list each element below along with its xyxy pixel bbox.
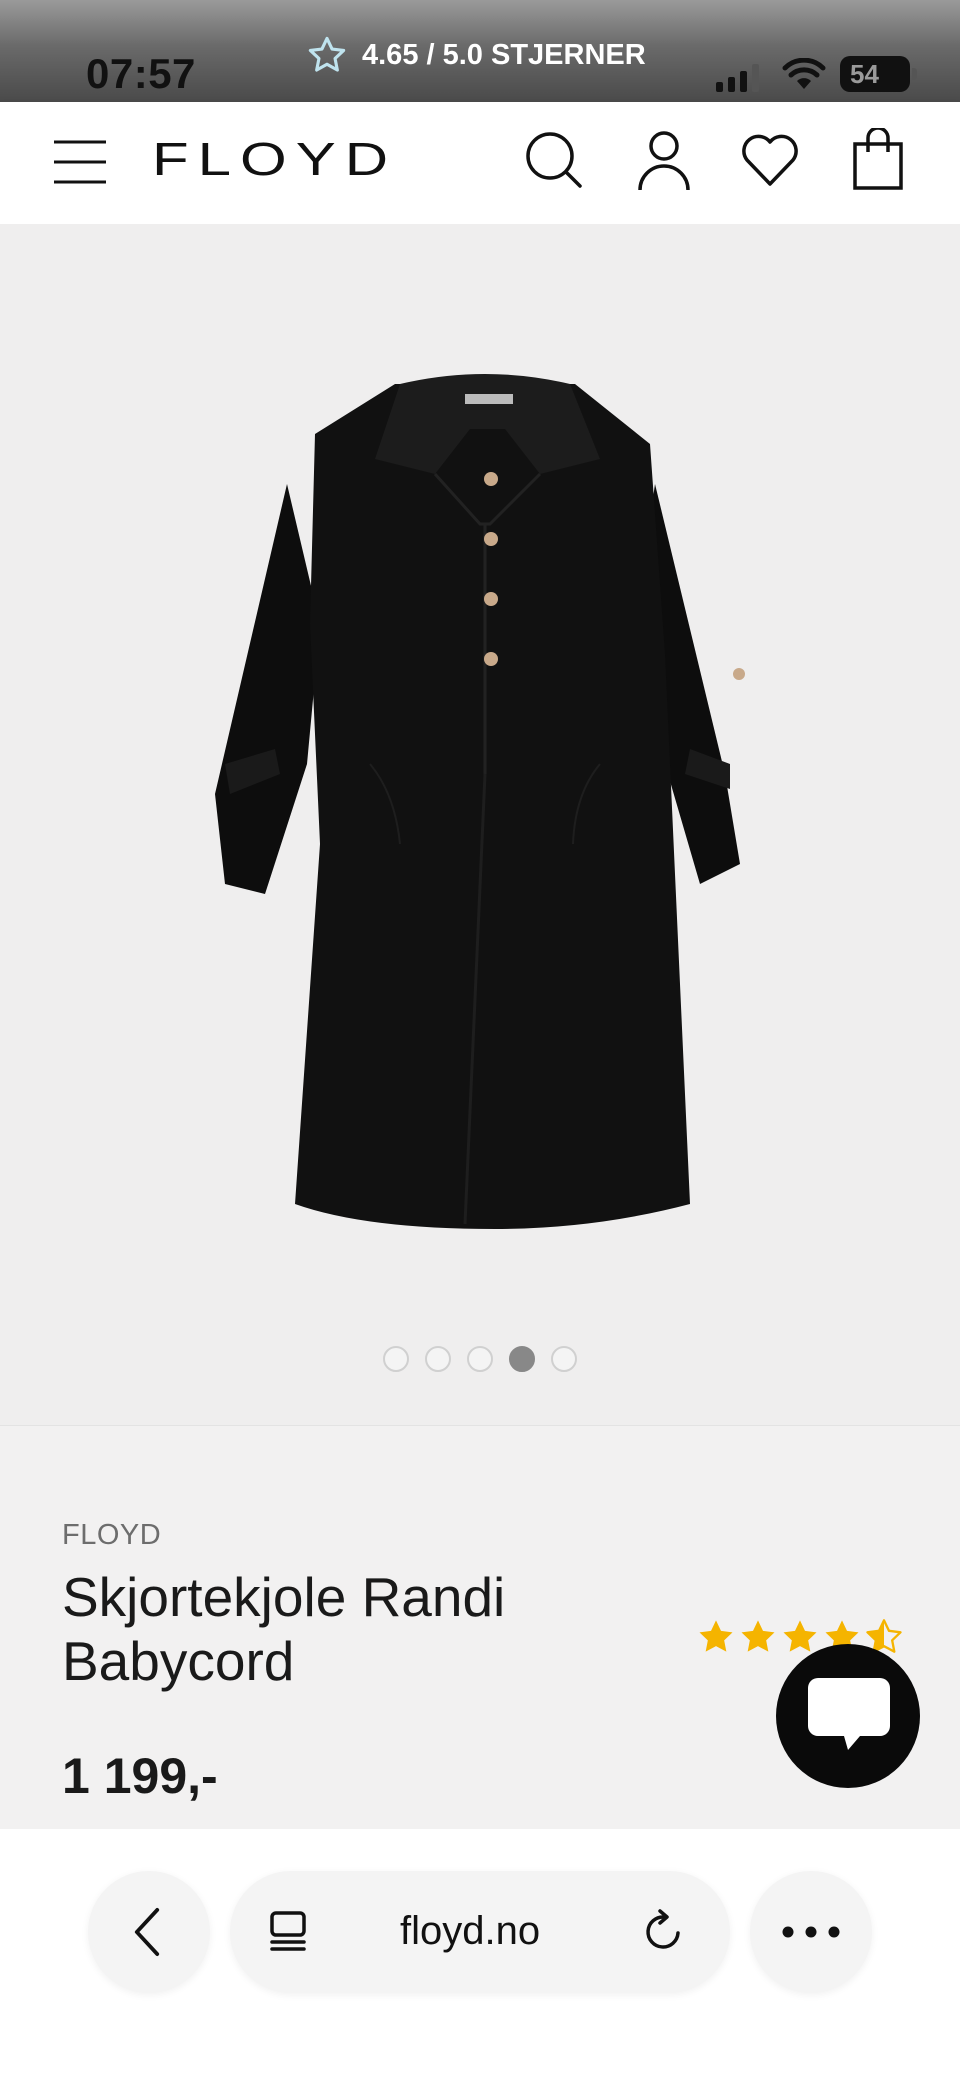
gallery-dot[interactable] [551,1346,577,1372]
gallery-pagination [0,1346,960,1372]
reload-icon[interactable] [642,1909,686,1953]
browser-toolbar: floyd.no [0,1829,960,2079]
status-time: 07:57 [86,50,196,97]
address-bar[interactable]: floyd.no [230,1871,730,1993]
bag-icon[interactable] [852,128,904,190]
product-image-gallery[interactable] [0,224,960,1426]
site-logo[interactable]: FLOYD [152,132,397,186]
reader-mode-icon[interactable] [268,1909,312,1953]
status-bar: 07:57 4.65 / 5.0 STJERNER 54 [0,0,960,102]
battery-level: 54 [850,58,879,89]
store-rating-banner[interactable]: 4.65 / 5.0 STJERNER [306,34,646,76]
site-header: FLOYD [0,102,960,224]
star-full-icon [741,1620,775,1652]
star-full-icon [783,1620,817,1652]
menu-icon[interactable] [52,136,108,188]
account-icon[interactable] [636,130,692,192]
product-brand[interactable]: FLOYD [62,1519,161,1552]
chat-bubble-icon [808,1678,890,1750]
chat-button[interactable] [776,1644,920,1788]
gallery-dot[interactable] [467,1346,493,1372]
more-options-button[interactable] [750,1871,872,1993]
search-icon[interactable] [524,130,584,190]
url-text[interactable]: floyd.no [400,1909,540,1954]
chevron-left-icon [134,1907,160,1957]
heart-icon[interactable] [740,132,800,188]
gallery-dot-active[interactable] [509,1346,535,1372]
product-price: 1 199,- [62,1748,218,1804]
battery-icon: 54 [840,56,917,92]
rating-text: 4.65 / 5.0 STJERNER [362,38,646,71]
browser-back-button[interactable] [88,1871,210,1993]
product-image-dress [215,374,745,1229]
product-title: Skjortekjole Randi Babycord [62,1566,506,1692]
gallery-dot[interactable] [383,1346,409,1372]
cell-signal-icon [716,64,759,92]
wifi-icon [782,58,826,89]
ellipsis-icon [782,1926,840,1938]
star-full-icon [699,1620,733,1652]
gallery-dot[interactable] [425,1346,451,1372]
star-outline-icon [308,36,346,72]
